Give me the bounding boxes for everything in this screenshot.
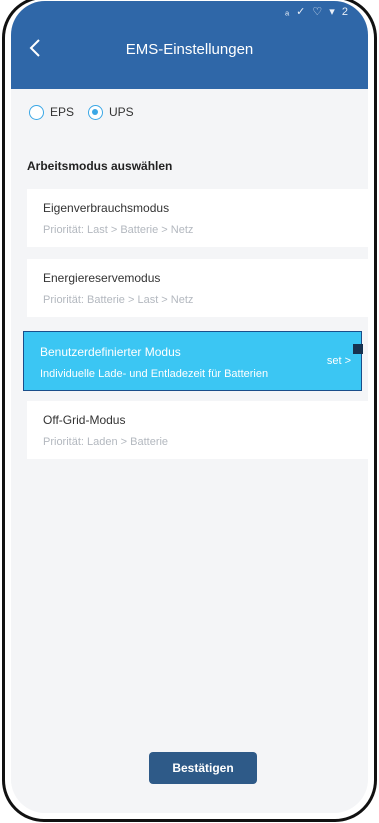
radio-ups-label: UPS bbox=[109, 105, 134, 119]
app-screen: ₐ ✓ ♡ ▾ 2 EMS-Einstellungen EPS UPS Arbe bbox=[11, 1, 368, 813]
confirm-button[interactable]: Bestätigen bbox=[149, 752, 257, 784]
radio-ups-circle[interactable] bbox=[88, 104, 104, 120]
section-title: Arbeitsmodus auswählen bbox=[27, 159, 173, 173]
mode-name: Benutzerdefinierter Modus bbox=[40, 345, 181, 359]
status-bar: ₐ ✓ ♡ ▾ 2 bbox=[284, 6, 350, 18]
mode-card-off-grid[interactable]: Off-Grid-Modus Priorität: Laden > Batter… bbox=[27, 401, 368, 459]
page-title: EMS-Einstellungen bbox=[125, 41, 254, 58]
mode-desc: Priorität: Batterie > Last > Netz bbox=[43, 294, 194, 306]
mode-card-eigenverbrauch[interactable]: Eigenverbrauchsmodus Priorität: Last > B… bbox=[27, 189, 368, 247]
mode-name: Energiereservemodus bbox=[43, 271, 161, 285]
radio-eps[interactable]: EPS bbox=[29, 104, 75, 120]
mode-desc: Priorität: Last > Batterie > Netz bbox=[43, 224, 194, 236]
radio-eps-label: EPS bbox=[50, 105, 75, 119]
settings-content: EPS UPS Arbeitsmodus auswählen Eigenverb… bbox=[11, 89, 368, 813]
phone-frame: ₐ ✓ ♡ ▾ 2 EMS-Einstellungen EPS UPS Arbe bbox=[2, 0, 377, 822]
mode-name: Eigenverbrauchsmodus bbox=[43, 201, 170, 215]
eps-ups-toggle: EPS UPS bbox=[11, 89, 368, 135]
mode-desc: Individuelle Lade- und Entladezeit für B… bbox=[40, 368, 269, 380]
radio-ups[interactable]: UPS bbox=[88, 104, 134, 120]
app-header: ₐ ✓ ♡ ▾ 2 EMS-Einstellungen bbox=[11, 1, 368, 89]
set-button[interactable]: set > bbox=[327, 355, 351, 367]
selection-marker bbox=[353, 344, 363, 354]
mode-name: Off-Grid-Modus bbox=[43, 413, 126, 427]
mode-card-benutzerdefiniert[interactable]: Benutzerdefinierter Modus Individuelle L… bbox=[23, 331, 363, 391]
mode-desc: Priorität: Laden > Batterie bbox=[43, 436, 169, 448]
mode-card-energiereserve[interactable]: Energiereservemodus Priorität: Batterie … bbox=[27, 259, 368, 317]
radio-eps-circle[interactable] bbox=[29, 104, 44, 120]
